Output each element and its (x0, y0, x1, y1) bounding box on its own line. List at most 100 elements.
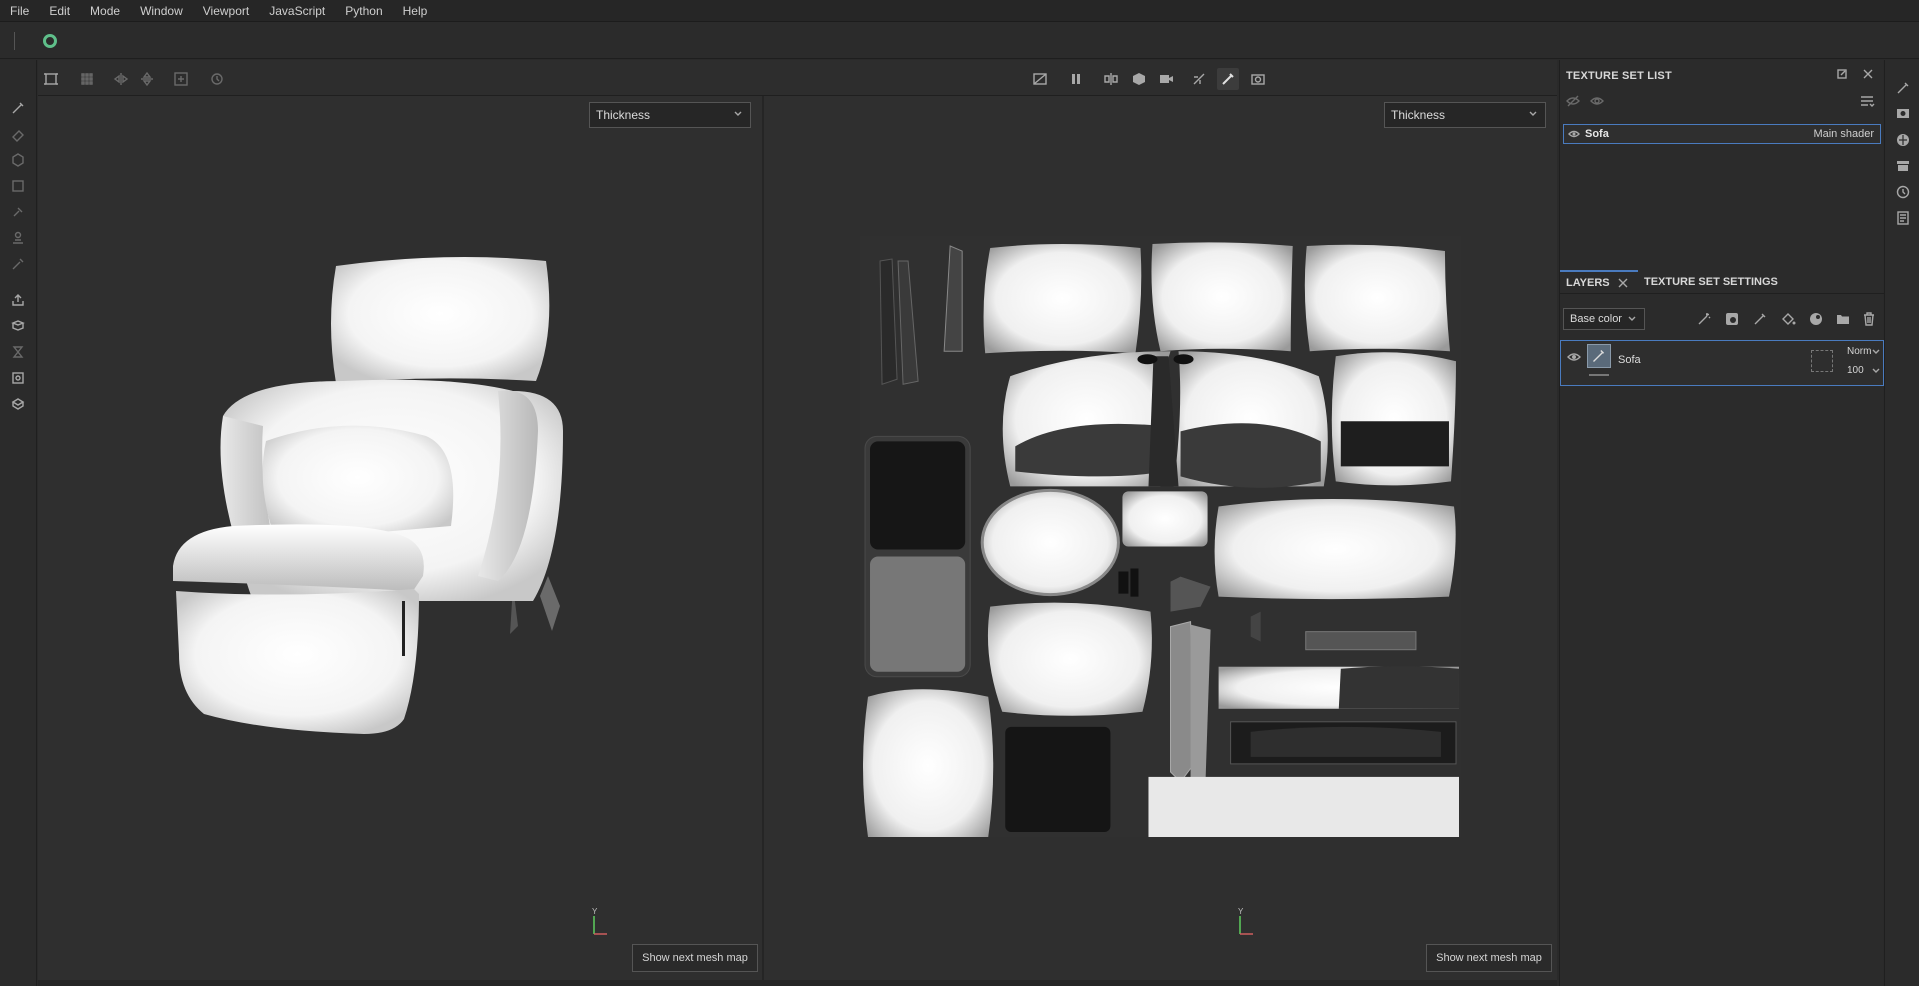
paint-mode-icon[interactable] (1217, 68, 1239, 90)
axis-gizmo-2d: Y (1237, 907, 1267, 940)
cube-icon[interactable] (8, 394, 28, 414)
layers-tabbar: LAYERS TEXTURE SET SETTINGS (1560, 270, 1884, 294)
close-icon[interactable] (1862, 68, 1874, 80)
layer-thumbnail (1587, 344, 1611, 368)
tab-layers-label: LAYERS (1566, 277, 1610, 289)
grid-icon[interactable] (76, 68, 98, 90)
layer-mask-slot[interactable] (1811, 350, 1833, 372)
mirror-x-icon[interactable] (110, 68, 132, 90)
display-settings-icon[interactable] (1895, 106, 1911, 122)
visibility-icon[interactable] (1590, 94, 1604, 108)
sofa-model (173, 257, 563, 734)
mirror-y-icon[interactable] (136, 68, 158, 90)
axis-label-y: Y (1238, 908, 1244, 916)
channel-dropdown-2d-value: Thickness (1391, 108, 1446, 122)
add-paint-layer-icon[interactable] (1752, 311, 1768, 327)
history-icon[interactable] (206, 68, 228, 90)
channel-dropdown-3d-value: Thickness (596, 108, 651, 122)
tools-toolbar (0, 60, 37, 986)
layer-channel-value: Base color (1570, 313, 1622, 325)
history-icon[interactable] (1895, 184, 1911, 200)
show-next-mesh-map-button-3d[interactable]: Show next mesh map (632, 944, 758, 972)
dock-icon-bar (1884, 60, 1919, 986)
menu-python[interactable]: Python (345, 4, 382, 18)
pause-icon[interactable] (1065, 68, 1087, 90)
projection-icon[interactable] (8, 150, 28, 170)
chevron-down-icon[interactable] (1872, 348, 1880, 356)
color-picker-icon[interactable] (8, 254, 28, 274)
close-icon[interactable] (1618, 278, 1628, 288)
add-icon[interactable] (170, 68, 192, 90)
brush-settings-icon[interactable] (1895, 80, 1911, 96)
show-next-mesh-map-button-2d[interactable]: Show next mesh map (1426, 944, 1552, 972)
menu-edit[interactable]: Edit (49, 4, 70, 18)
menu-window[interactable]: Window (140, 4, 183, 18)
lighting-icon[interactable] (1188, 68, 1210, 90)
menu-bar: File Edit Mode Window Viewport JavaScrip… (0, 0, 1919, 22)
add-folder-icon[interactable] (1835, 311, 1851, 327)
chevron-down-icon (734, 111, 742, 116)
undock-icon[interactable] (1836, 68, 1848, 80)
tab-layers[interactable]: LAYERS (1560, 270, 1638, 294)
chevron-down-icon (1529, 111, 1537, 116)
clone-stamp-icon[interactable] (8, 228, 28, 248)
delete-icon[interactable] (1861, 311, 1877, 327)
uv-texture-map (860, 236, 1461, 837)
channel-dropdown-2d[interactable]: Thickness (1384, 102, 1546, 128)
shelf-icon[interactable] (1895, 158, 1911, 174)
polygon-fill-icon[interactable] (8, 176, 28, 196)
menu-mode[interactable]: Mode (90, 4, 120, 18)
add-fill-layer-icon[interactable] (1780, 311, 1796, 327)
viewport-status-strip (38, 980, 1557, 986)
display-cube-icon[interactable] (1128, 68, 1150, 90)
axis-label-y: Y (592, 908, 598, 916)
menu-help[interactable]: Help (403, 4, 428, 18)
selection-icon[interactable] (40, 68, 62, 90)
context-toolbar (0, 22, 1919, 59)
channel-dropdown-3d[interactable]: Thickness (589, 102, 751, 128)
layer-blend-mode[interactable]: Norm (1847, 346, 1871, 357)
document-icon[interactable] (8, 368, 28, 388)
screenshot-icon[interactable] (1247, 68, 1269, 90)
eye-icon[interactable] (1567, 351, 1581, 363)
menu-viewport[interactable]: Viewport (203, 4, 249, 18)
eye-icon[interactable] (1568, 128, 1580, 140)
axis-gizmo-3d: Y (591, 907, 621, 940)
chevron-down-icon[interactable] (1872, 367, 1880, 375)
layer-item[interactable]: Sofa Norm 100 (1560, 340, 1884, 386)
log-icon[interactable] (1895, 210, 1911, 226)
layer-opacity[interactable]: 100 (1847, 365, 1864, 376)
layer-mask-indicator (1589, 374, 1609, 376)
viewport-3d[interactable]: Thickness Y Show next mesh map (38, 96, 762, 980)
toolbar-divider (14, 32, 15, 50)
texture-set-list-title: TEXTURE SET LIST (1566, 70, 1672, 82)
environment-icon[interactable] (1895, 132, 1911, 148)
eraser-icon[interactable] (8, 124, 28, 144)
add-mask-icon[interactable] (1724, 311, 1740, 327)
chevron-down-icon (1628, 316, 1636, 321)
hourglass-icon[interactable] (8, 342, 28, 362)
add-smart-material-icon[interactable] (1808, 311, 1824, 327)
symmetry-icon[interactable] (1100, 68, 1122, 90)
app-logo-icon[interactable] (43, 34, 57, 48)
texture-set-item[interactable]: Sofa Main shader (1563, 124, 1881, 144)
hide-selection-icon[interactable] (1029, 68, 1051, 90)
texture-set-shader: Main shader (1813, 128, 1874, 140)
viewport-toolbar (38, 60, 1557, 96)
export-icon[interactable] (8, 290, 28, 310)
layer-channel-dropdown[interactable]: Base color (1563, 308, 1645, 330)
camera-icon[interactable] (1155, 68, 1177, 90)
viewport-2d[interactable]: Thickness Y Show next mesh map (764, 96, 1557, 980)
paint-brush-icon[interactable] (8, 98, 28, 118)
bake-icon[interactable] (8, 316, 28, 336)
smudge-icon[interactable] (8, 202, 28, 222)
right-dock-panel: TEXTURE SET LIST Sofa Main shader LAYERS… (1559, 60, 1884, 986)
list-settings-icon[interactable] (1859, 94, 1875, 108)
texture-set-name: Sofa (1585, 128, 1609, 140)
menu-javascript[interactable]: JavaScript (269, 4, 325, 18)
visibility-off-icon[interactable] (1566, 94, 1580, 108)
add-effect-icon[interactable] (1696, 311, 1712, 327)
layer-name: Sofa (1618, 354, 1641, 366)
menu-file[interactable]: File (10, 4, 29, 18)
tab-texture-set-settings[interactable]: TEXTURE SET SETTINGS (1644, 270, 1778, 294)
